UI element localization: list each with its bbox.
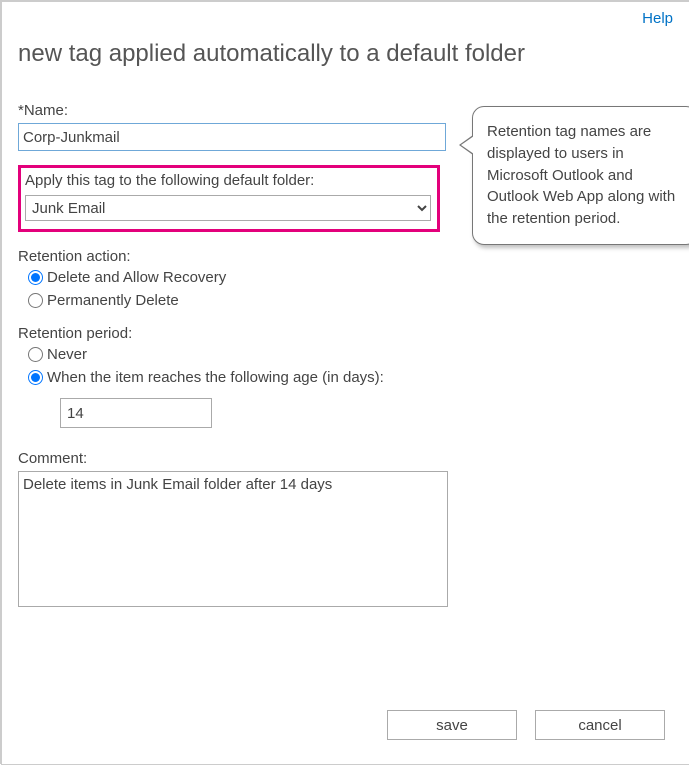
retention-period-when-age-radio[interactable]	[28, 370, 43, 385]
page-title: new tag applied automatically to a defau…	[18, 40, 689, 68]
apply-folder-section: Apply this tag to the following default …	[18, 165, 440, 232]
retention-action-perm-delete[interactable]: Permanently Delete	[28, 292, 448, 309]
comment-textarea[interactable]	[18, 471, 448, 607]
retention-action-group: Delete and Allow Recovery Permanently De…	[28, 269, 448, 309]
retention-period-label: Retention period:	[18, 325, 448, 342]
callout-tooltip: Retention tag names are displayed to use…	[472, 106, 689, 245]
retention-action-perm-delete-radio[interactable]	[28, 293, 43, 308]
retention-period-never[interactable]: Never	[28, 346, 448, 363]
apply-folder-select[interactable]: Junk Email	[25, 195, 431, 221]
retention-action-delete-allow-radio[interactable]	[28, 270, 43, 285]
form-area: *Name: Apply this tag to the following d…	[18, 102, 448, 611]
retention-period-when-age[interactable]: When the item reaches the following age …	[28, 369, 448, 386]
callout-text: Retention tag names are displayed to use…	[487, 123, 675, 227]
button-row: save cancel	[387, 710, 665, 740]
retention-period-group: Never When the item reaches the followin…	[28, 346, 448, 428]
retention-action-delete-allow[interactable]: Delete and Allow Recovery	[28, 269, 448, 286]
name-label: *Name:	[18, 102, 448, 119]
retention-period-never-radio[interactable]	[28, 347, 43, 362]
retention-period-days-input[interactable]	[60, 398, 212, 428]
comment-label: Comment:	[18, 450, 448, 467]
save-button[interactable]: save	[387, 710, 517, 740]
retention-action-delete-allow-label: Delete and Allow Recovery	[47, 269, 226, 286]
retention-period-when-age-label: When the item reaches the following age …	[47, 369, 384, 386]
retention-action-label: Retention action:	[18, 248, 448, 265]
help-link[interactable]: Help	[642, 10, 673, 27]
retention-period-never-label: Never	[47, 346, 87, 363]
cancel-button[interactable]: cancel	[535, 710, 665, 740]
name-input[interactable]	[18, 123, 446, 151]
retention-action-perm-delete-label: Permanently Delete	[47, 292, 179, 309]
apply-folder-label: Apply this tag to the following default …	[25, 172, 431, 189]
